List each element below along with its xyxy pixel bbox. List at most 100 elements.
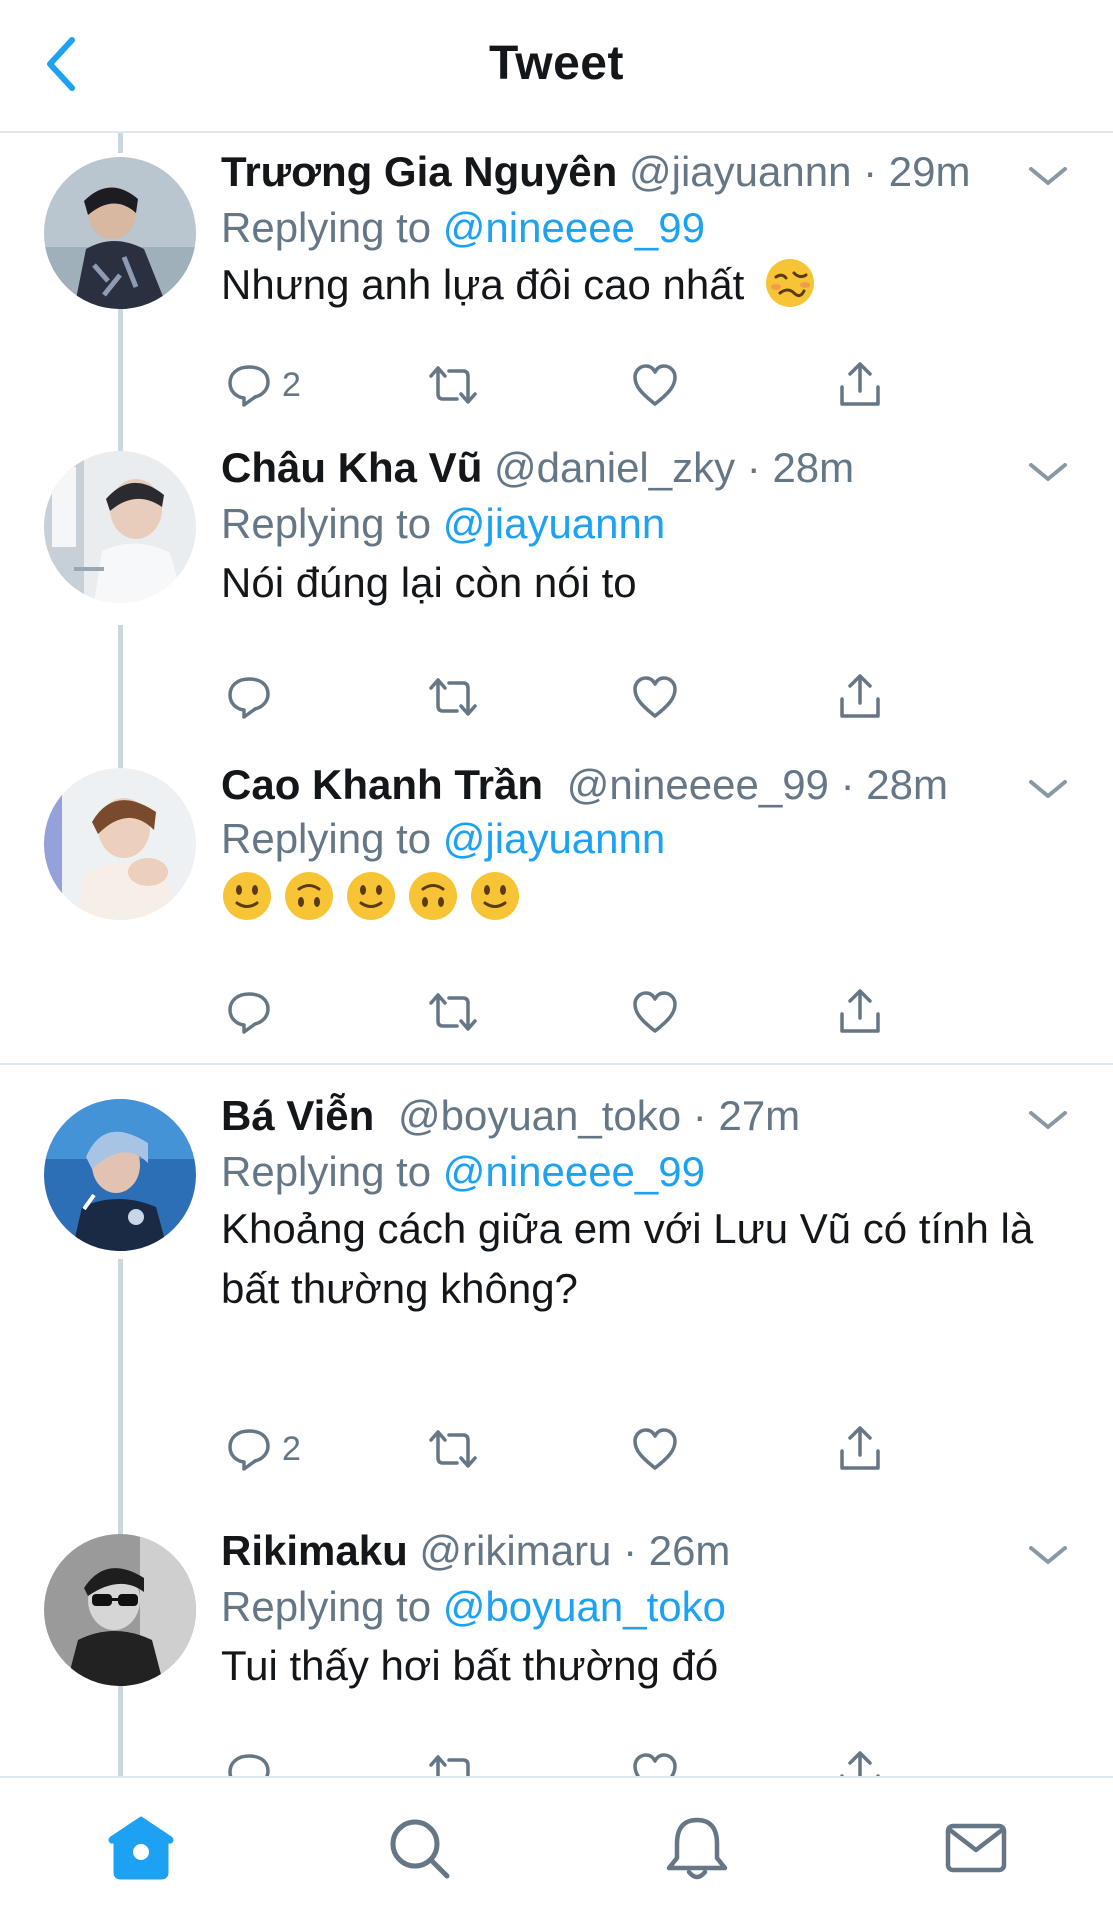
reply-icon (228, 1754, 270, 1776)
retweet-button[interactable] (425, 357, 481, 413)
share-icon (840, 362, 880, 406)
heart-icon (633, 991, 677, 1033)
slightly-smiling-face-emoji (471, 872, 519, 920)
home-icon (108, 1816, 174, 1880)
reply-icon (228, 677, 270, 719)
tweet-text: Nhưng anh lựa đôi cao nhất (221, 255, 1051, 315)
mention-link[interactable]: @boyuan_toko (443, 1583, 726, 1630)
tweet[interactable]: Bá Viễn @boyuan_toko · 27m Replying to @… (0, 1065, 1113, 1496)
replying-to: Replying to @nineeee_99 (221, 1148, 705, 1195)
handle-timestamp: @boyuan_toko · 27m (397, 1092, 801, 1139)
replying-to: Replying to @jiayuannn (221, 815, 666, 862)
heart-icon (633, 676, 677, 718)
retweet-button[interactable] (425, 1421, 481, 1477)
tweet-menu-button[interactable] (1027, 1105, 1069, 1135)
tweet-actions (221, 984, 921, 1040)
share-button[interactable] (837, 1421, 883, 1477)
tweet-text: Tui thấy hơi bất thường đó (221, 1642, 719, 1689)
slightly-smiling-face-emoji (347, 872, 395, 920)
tweet[interactable]: Trương Gia Nguyên @jiayuannn · 29m Reply… (0, 133, 1113, 433)
like-button[interactable] (631, 357, 679, 413)
slightly-smiling-face-emoji (223, 872, 271, 920)
like-button[interactable] (631, 1746, 679, 1776)
handle-timestamp: @daniel_zky · 28m (494, 444, 855, 491)
tweet-actions: 2 (221, 357, 921, 413)
upside-down-face-emoji (409, 872, 457, 920)
heart-icon (633, 1428, 677, 1470)
notifications-icon (666, 1817, 728, 1880)
tweet-text: Nói đúng lại còn nói to (221, 559, 637, 606)
handle-timestamp: @jiayuannn · 29m (629, 148, 971, 195)
share-icon (840, 989, 880, 1033)
chevron-down-icon (1029, 463, 1067, 481)
tweet-menu-button[interactable] (1027, 774, 1069, 804)
tab-home[interactable] (105, 1812, 177, 1884)
tweet-thread[interactable]: Trương Gia Nguyên @jiayuannn · 29m Reply… (0, 133, 1113, 1776)
like-button[interactable] (631, 984, 679, 1040)
mention-link[interactable]: @jiayuannn (443, 500, 665, 547)
bottom-tab-bar (0, 1776, 1113, 1922)
reply-icon (228, 1429, 270, 1471)
reply-button[interactable] (226, 1746, 282, 1776)
avatar[interactable] (44, 1099, 196, 1251)
tweet[interactable]: Rikimaku @rikimaru · 26m Replying to @bo… (0, 1496, 1113, 1776)
retweet-icon (429, 1430, 477, 1468)
tab-messages[interactable] (940, 1812, 1012, 1884)
reply-count: 2 (282, 1429, 301, 1468)
tweet-menu-button[interactable] (1027, 457, 1069, 487)
reply-button[interactable]: 2 (226, 1421, 301, 1477)
share-button[interactable] (837, 984, 883, 1040)
display-name[interactable]: Rikimaku (221, 1527, 408, 1574)
mention-link[interactable]: @jiayuannn (443, 815, 665, 862)
chevron-down-icon (1029, 780, 1067, 798)
reply-button[interactable]: 2 (226, 357, 301, 413)
tweet-actions: 2 (221, 1421, 921, 1477)
display-name[interactable]: Cao Khanh Trần (221, 761, 543, 808)
share-icon (840, 674, 880, 718)
avatar[interactable] (44, 157, 196, 309)
retweet-button[interactable] (425, 669, 481, 725)
heart-icon (633, 364, 677, 406)
replying-to: Replying to @boyuan_toko (221, 1583, 726, 1630)
heart-icon (633, 1753, 677, 1776)
tab-search[interactable] (383, 1812, 455, 1884)
retweet-button[interactable] (425, 984, 481, 1040)
messages-icon (945, 1823, 1007, 1873)
chevron-down-icon (1029, 1111, 1067, 1129)
share-icon (840, 1751, 880, 1776)
display-name[interactable]: Bá Viễn (221, 1092, 374, 1139)
tweet[interactable]: Châu Kha Vũ @daniel_zky · 28m Replying t… (0, 433, 1113, 748)
reply-button[interactable] (226, 669, 282, 725)
replying-to: Replying to @jiayuannn (221, 500, 666, 547)
reply-count: 2 (282, 365, 301, 404)
retweet-icon (429, 678, 477, 716)
mention-link[interactable]: @nineeee_99 (443, 1148, 705, 1195)
tweet-menu-button[interactable] (1027, 161, 1069, 191)
mention-link[interactable]: @nineeee_99 (443, 204, 705, 251)
woozy-face-emoji (765, 259, 814, 307)
like-button[interactable] (631, 1421, 679, 1477)
reply-button[interactable] (226, 984, 282, 1040)
top-bar: Tweet (0, 0, 1113, 133)
chevron-down-icon (1029, 1546, 1067, 1564)
reply-icon (228, 365, 270, 407)
tweet-menu-button[interactable] (1027, 1540, 1069, 1570)
page-title: Tweet (489, 37, 624, 90)
like-button[interactable] (631, 669, 679, 725)
avatar[interactable] (44, 1534, 196, 1686)
share-button[interactable] (837, 1746, 883, 1776)
reply-icon (228, 992, 270, 1034)
retweet-button[interactable] (425, 1746, 481, 1776)
tab-notifications[interactable] (661, 1812, 733, 1884)
replying-to: Replying to @nineeee_99 (221, 204, 705, 251)
tweet-text: Khoảng cách giữa em với Lưu Vũ có tính l… (221, 1205, 1034, 1312)
share-button[interactable] (837, 669, 883, 725)
tweet-actions (221, 1746, 921, 1776)
share-button[interactable] (837, 357, 883, 413)
handle-timestamp: @nineeee_99 · 28m (566, 761, 948, 808)
display-name[interactable]: Châu Kha Vũ (221, 444, 482, 491)
tweet[interactable]: Cao Khanh Trần @nineeee_99 · 28m Replyin… (0, 748, 1113, 1063)
avatar[interactable] (44, 768, 196, 920)
display-name[interactable]: Trương Gia Nguyên (221, 148, 617, 195)
avatar[interactable] (44, 451, 196, 603)
